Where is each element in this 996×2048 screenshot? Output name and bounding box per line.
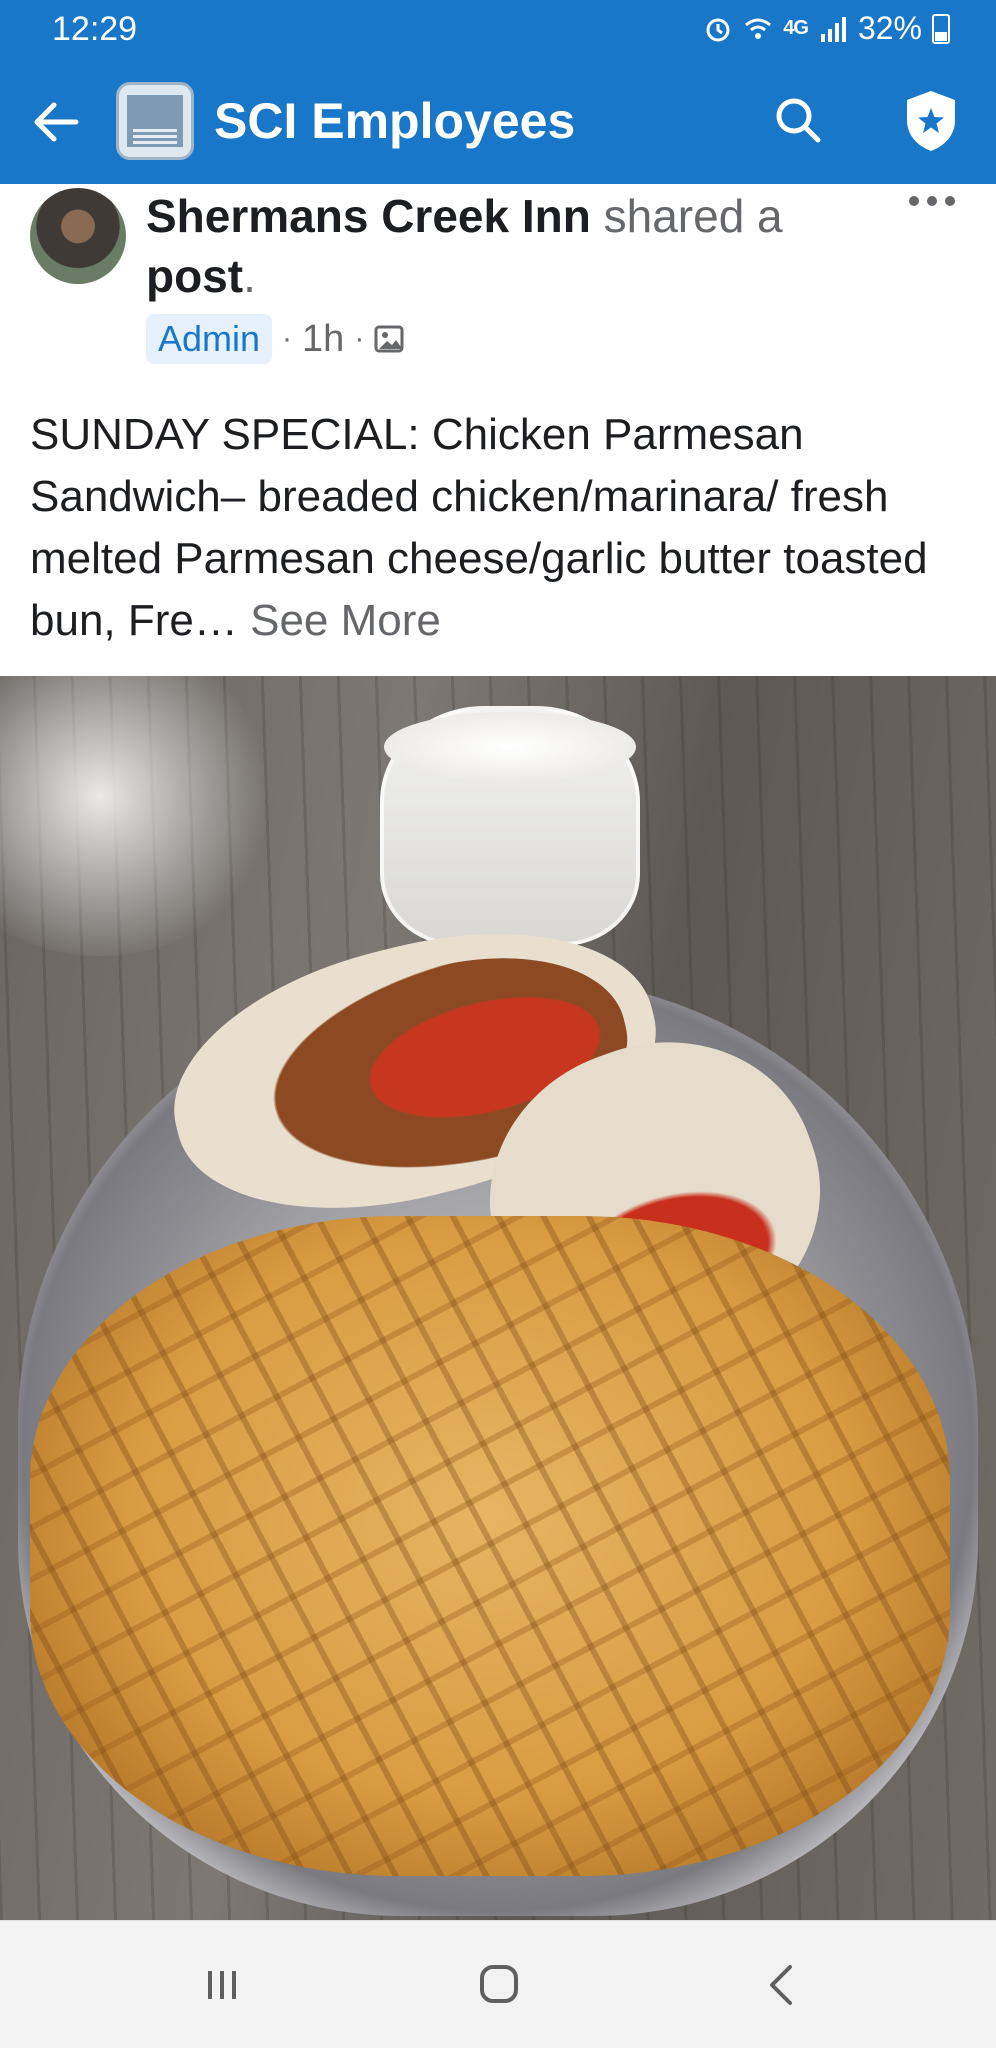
author-name[interactable]: Shermans Creek Inn [146,190,591,242]
arrow-left-icon[interactable] [28,94,84,150]
see-more-link[interactable]: See More [250,596,441,645]
shield-star-icon[interactable] [902,88,960,154]
battery-percent: 32% [857,10,922,46]
battery-icon [932,13,950,44]
photo-icon [374,325,404,353]
group-avatar[interactable] [116,82,194,160]
alarm-icon [706,18,730,41]
post-action-text: shared a [603,190,783,242]
network-type: 4G [783,17,809,39]
status-time: 12:29 [52,10,138,48]
post-photo[interactable] [0,676,996,1920]
post-time[interactable]: 1h [302,318,344,361]
post-meta: Admin · 1h · [146,312,404,366]
author-avatar[interactable] [30,188,126,284]
system-nav-bar [0,1920,996,2048]
post-text: SUNDAY SPECIAL: Chicken Parmesan Sandwic… [30,404,970,652]
search-icon[interactable] [770,92,826,148]
french-fries [30,1216,950,1876]
post-body: SUNDAY SPECIAL: Chicken Parmesan Sandwic… [30,410,928,645]
admin-badge: Admin [146,314,273,364]
recents-icon[interactable] [202,1965,242,2005]
home-icon[interactable] [478,1963,520,2005]
signal-icon [820,16,846,42]
group-title[interactable]: SCI Employees [214,92,575,150]
status-bar: 12:29 4G 32% [0,0,996,58]
post-action-object[interactable]: post [146,250,243,302]
post-header-text: Shermans Creek Inn shared a post. [146,190,783,302]
status-indicators: 4G 32% [703,10,950,47]
app-bar: SCI Employees [0,58,996,184]
wifi-icon [745,18,772,39]
chevron-left-icon[interactable] [764,1963,796,2007]
more-horizontal-icon[interactable] [906,186,958,216]
